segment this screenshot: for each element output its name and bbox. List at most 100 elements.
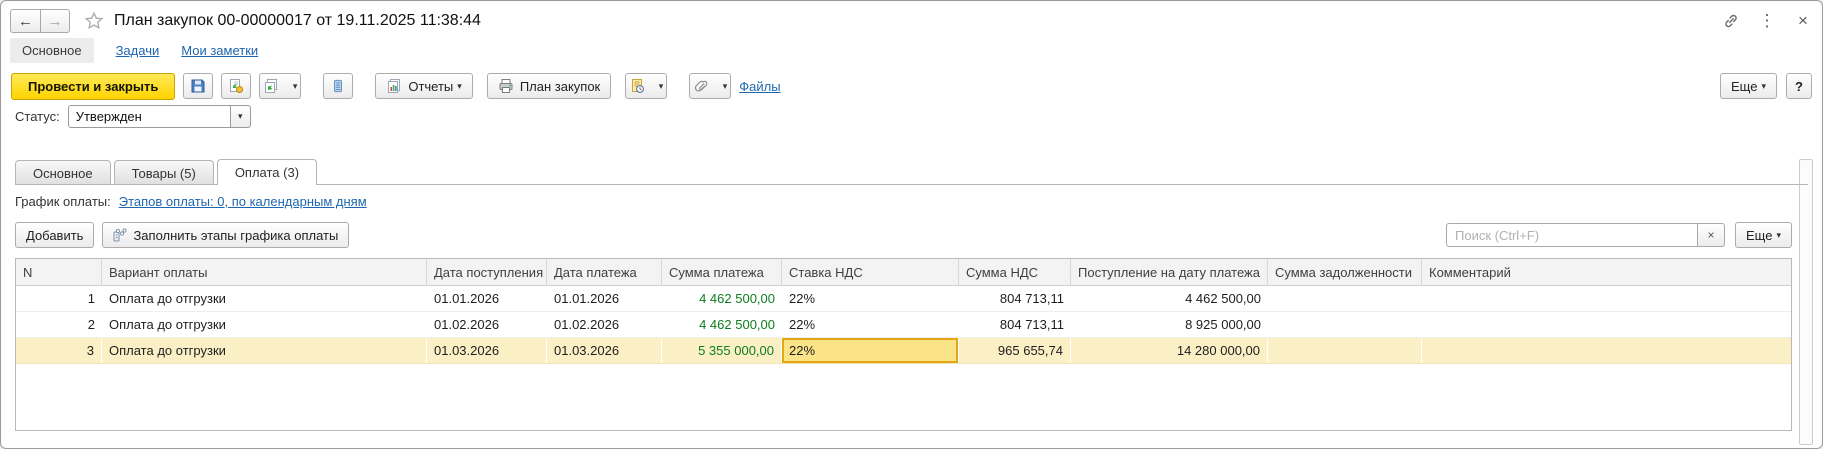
- help-button[interactable]: ?: [1786, 73, 1812, 99]
- status-dropdown-button[interactable]: ▾: [230, 105, 251, 128]
- tab-payment[interactable]: Оплата (3): [217, 159, 317, 185]
- nav-tab-tasks[interactable]: Задачи: [116, 43, 160, 58]
- forward-icon[interactable]: →: [40, 9, 70, 33]
- chevron-down-icon: ▾: [1761, 82, 1766, 91]
- cell-n[interactable]: 1: [16, 286, 102, 311]
- save-button[interactable]: [183, 73, 213, 99]
- reports-button-label: Отчеты: [408, 79, 453, 94]
- document-tabs: Основное Товары (5) Оплата (3): [15, 159, 1806, 185]
- payment-schedule-label: График оплаты:: [15, 194, 111, 209]
- payment-schedule-row: График оплаты: Этапов оплаты: 0, по кале…: [15, 191, 367, 211]
- chevron-down-icon: ▾: [293, 82, 298, 91]
- cell-receipt-on-date[interactable]: 14 280 000,00: [1071, 338, 1268, 363]
- cell-payment-date[interactable]: 01.02.2026: [547, 312, 662, 337]
- tab-goods[interactable]: Товары (5): [114, 160, 214, 185]
- fill-stages-label: Заполнить этапы графика оплаты: [133, 228, 338, 243]
- create-based-on-button[interactable]: ▾: [259, 73, 301, 99]
- cell-n[interactable]: 3: [16, 338, 102, 363]
- cell-vat-amount[interactable]: 804 713,11: [959, 312, 1071, 337]
- link-icon[interactable]: [1721, 11, 1741, 31]
- cell-payment-date[interactable]: 01.01.2026: [547, 286, 662, 311]
- cell-receipt-date[interactable]: 01.03.2026: [427, 338, 547, 363]
- tab-main[interactable]: Основное: [15, 160, 111, 185]
- menu-icon[interactable]: ⋮: [1757, 11, 1777, 31]
- column-header-vat-amount[interactable]: Сумма НДС: [959, 259, 1071, 285]
- cell-debt[interactable]: [1268, 338, 1422, 363]
- close-icon[interactable]: ×: [1793, 11, 1813, 31]
- nav-tabs: Основное Задачи Мои заметки: [10, 37, 258, 63]
- cell-vat-amount[interactable]: 965 655,74: [959, 338, 1071, 363]
- cell-vat-amount[interactable]: 804 713,11: [959, 286, 1071, 311]
- post-and-close-button[interactable]: Провести и закрыть: [11, 73, 175, 100]
- cell-vat-rate[interactable]: 22%: [782, 312, 959, 337]
- register-records-button[interactable]: [323, 73, 353, 99]
- register-records-icon: [331, 78, 345, 94]
- favorite-star-icon[interactable]: [84, 11, 104, 31]
- status-label: Статус:: [15, 109, 60, 124]
- table-more-button[interactable]: Еще ▾: [1735, 222, 1792, 248]
- chevron-down-icon: ▾: [238, 112, 243, 121]
- history-nav: ← →: [10, 9, 70, 33]
- cell-debt[interactable]: [1268, 286, 1422, 311]
- cell-comment[interactable]: [1422, 312, 1791, 337]
- table-row-selected[interactable]: 3 Оплата до отгрузки 01.03.2026 01.03.20…: [16, 338, 1791, 364]
- create-based-on-icon: [263, 78, 279, 94]
- post-document-button[interactable]: [221, 73, 251, 99]
- cell-receipt-date[interactable]: 01.01.2026: [427, 286, 547, 311]
- cell-n[interactable]: 2: [16, 312, 102, 337]
- nav-tab-notes[interactable]: Мои заметки: [181, 43, 258, 58]
- table-command-bar: Добавить Заполнить этапы графика оплаты …: [15, 222, 1792, 248]
- cell-debt[interactable]: [1268, 312, 1422, 337]
- fill-stages-button[interactable]: Заполнить этапы графика оплаты: [102, 222, 349, 248]
- column-header-vat-rate[interactable]: Ставка НДС: [782, 259, 959, 285]
- toolbar-more-label: Еще: [1731, 79, 1757, 94]
- nav-tab-main[interactable]: Основное: [10, 38, 94, 63]
- add-row-button[interactable]: Добавить: [15, 222, 94, 248]
- cell-receipt-on-date[interactable]: 8 925 000,00: [1071, 312, 1268, 337]
- cell-variant[interactable]: Оплата до отгрузки: [102, 312, 427, 337]
- post-document-icon: [228, 78, 244, 94]
- payment-stages-table: N Вариант оплаты Дата поступления Дата п…: [15, 258, 1792, 431]
- column-header-debt[interactable]: Сумма задолженности: [1268, 259, 1422, 285]
- cell-amount[interactable]: 4 462 500,00: [662, 286, 782, 311]
- table-row[interactable]: 2 Оплата до отгрузки 01.02.2026 01.02.20…: [16, 312, 1791, 338]
- chevron-down-icon: ▾: [457, 82, 462, 91]
- cell-comment[interactable]: [1422, 338, 1791, 363]
- print-plan-button[interactable]: План закупок: [487, 73, 611, 99]
- status-value[interactable]: Утвержден: [68, 105, 230, 128]
- page-title: План закупок 00-00000017 от 19.11.2025 1…: [114, 12, 481, 30]
- toolbar-more-button[interactable]: Еще ▾: [1720, 73, 1777, 99]
- back-icon[interactable]: ←: [10, 9, 40, 33]
- reports-button[interactable]: Отчеты ▾: [375, 73, 472, 99]
- document-window: ← → План закупок 00-00000017 от 19.11.20…: [0, 0, 1823, 449]
- files-link[interactable]: Файлы: [739, 79, 780, 94]
- cell-receipt-date[interactable]: 01.02.2026: [427, 312, 547, 337]
- table-row[interactable]: 1 Оплата до отгрузки 01.01.2026 01.01.20…: [16, 286, 1791, 312]
- table-more-label: Еще: [1746, 228, 1772, 243]
- search-input[interactable]: [1446, 223, 1698, 247]
- payment-schedule-link[interactable]: Этапов оплаты: 0, по календарным дням: [119, 194, 367, 209]
- cell-comment[interactable]: [1422, 286, 1791, 311]
- cell-vat-rate-selected[interactable]: 22%: [782, 338, 959, 363]
- column-header-receipt-date[interactable]: Дата поступления: [427, 259, 547, 285]
- reminder-icon: [629, 78, 645, 94]
- column-header-comment[interactable]: Комментарий: [1422, 259, 1791, 285]
- column-header-amount[interactable]: Сумма платежа: [662, 259, 782, 285]
- cell-payment-date[interactable]: 01.03.2026: [547, 338, 662, 363]
- cell-variant[interactable]: Оплата до отгрузки: [102, 338, 427, 363]
- cell-variant[interactable]: Оплата до отгрузки: [102, 286, 427, 311]
- column-header-n[interactable]: N: [16, 259, 102, 285]
- cell-receipt-on-date[interactable]: 4 462 500,00: [1071, 286, 1268, 311]
- column-header-payment-date[interactable]: Дата платежа: [547, 259, 662, 285]
- chevron-down-icon: ▾: [1776, 231, 1781, 240]
- attachments-button[interactable]: ▾: [689, 73, 731, 99]
- cell-vat-rate[interactable]: 22%: [782, 286, 959, 311]
- column-header-receipt-on-date[interactable]: Поступление на дату платежа: [1071, 259, 1268, 285]
- toolbar: Провести и закрыть ▾ Отчеты ▾ План закуп…: [11, 72, 1812, 100]
- cell-amount[interactable]: 5 355 000,00: [662, 338, 782, 363]
- reminder-button[interactable]: ▾: [625, 73, 667, 99]
- search-clear-icon[interactable]: ×: [1698, 223, 1725, 247]
- vertical-scrollbar[interactable]: [1799, 159, 1813, 445]
- cell-amount[interactable]: 4 462 500,00: [662, 312, 782, 337]
- column-header-variant[interactable]: Вариант оплаты: [102, 259, 427, 285]
